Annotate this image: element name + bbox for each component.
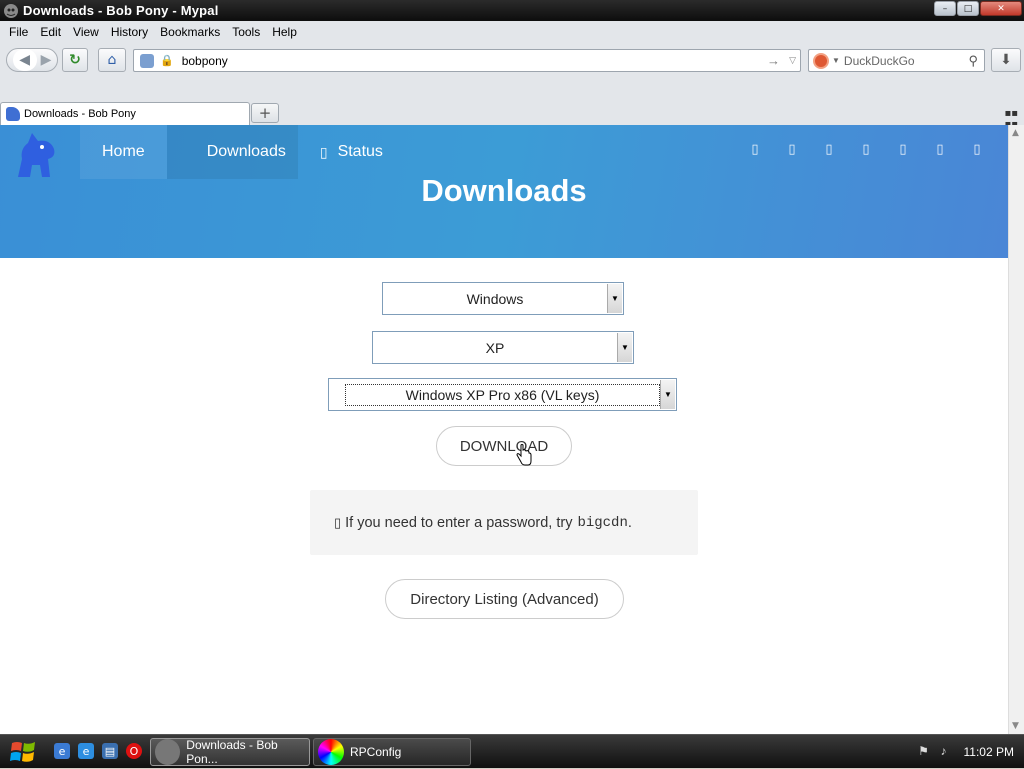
downloads-arrow-icon[interactable]: ⬇ [991, 48, 1021, 72]
nav-status[interactable]: ▯ Status [298, 125, 405, 179]
forward-arrow-icon[interactable]: ▶ [41, 52, 52, 68]
address-bar[interactable]: 🔒 bobpony → ▽ [133, 49, 801, 72]
chevron-down-icon[interactable]: ▼ [607, 284, 622, 313]
version-select-value: XP [485, 339, 505, 356]
status-glyph-icon: ▯ [319, 143, 328, 160]
mypal-app-icon [4, 3, 18, 18]
navigation-toolbar: ◀ ▶ ↻ ⌂ 🔒 bobpony → ▽ ▼ DuckDuckGo ⚲ ⬇ [0, 45, 1024, 75]
menu-bar: File Edit View History Bookmarks Tools H… [0, 21, 1024, 43]
menu-help[interactable]: Help [266, 25, 303, 39]
back-forward-group: ◀ ▶ [6, 48, 58, 72]
url-dropdown-icon[interactable]: ▽ [789, 55, 796, 66]
window-title: Downloads - Bob Pony - Mypal [23, 3, 219, 18]
web-page: Home Downloads ▯ Status ▯ ▯ ▯ ▯ ▯ ▯ ▯ Dow… [0, 125, 1008, 734]
site-nav: Home Downloads ▯ Status [80, 125, 405, 179]
social-icon-3[interactable]: ▯ [822, 142, 836, 159]
tab-strip: Downloads - Bob Pony + ▪▪▪▪ [0, 100, 1024, 130]
mypal-task-icon [155, 739, 181, 765]
taskbar: e e ▤ O Downloads - Bob Pon... RPConfig … [0, 734, 1024, 768]
nav-downloads[interactable]: Downloads [166, 125, 298, 179]
search-icon[interactable]: ⚲ [968, 53, 978, 69]
search-bar[interactable]: ▼ DuckDuckGo ⚲ [808, 49, 985, 72]
tab-favicon-icon [6, 107, 20, 121]
edition-select[interactable]: Windows XP Pro x86 (VL keys) ▼ [328, 378, 677, 411]
notice-end: . [627, 514, 632, 531]
social-links: ▯ ▯ ▯ ▯ ▯ ▯ ▯ [725, 142, 984, 159]
rpconfig-task-icon [318, 739, 344, 765]
opera-icon[interactable]: O [126, 743, 142, 759]
nav-downloads-label: Downloads [206, 143, 286, 160]
hand-cursor-icon [516, 444, 532, 466]
task-label-rpconfig: RPConfig [350, 745, 402, 759]
tab-downloads[interactable]: Downloads - Bob Pony [0, 102, 250, 125]
social-icon-6[interactable]: ▯ [933, 142, 947, 159]
notice-text: If you need to enter a password, try [345, 514, 573, 531]
go-arrow-icon[interactable]: → [767, 53, 780, 68]
taskbar-item-rpconfig[interactable]: RPConfig [313, 738, 471, 766]
scroll-down-icon[interactable]: ▼ [1012, 721, 1019, 731]
task-label-mypal: Downloads - Bob Pon... [186, 738, 278, 766]
new-tab-button[interactable]: + [251, 103, 279, 123]
taskbar-item-mypal[interactable]: Downloads - Bob Pon... [150, 738, 310, 766]
edition-select-value: Windows XP Pro x86 (VL keys) [345, 383, 660, 406]
volume-icon[interactable]: ♪ [936, 744, 952, 760]
info-glyph-icon: ▯ [334, 514, 342, 530]
notice-password: bigcdn [577, 514, 628, 531]
minimize-button[interactable]: – [934, 1, 956, 16]
duckduckgo-icon[interactable] [813, 52, 829, 69]
search-placeholder[interactable]: DuckDuckGo [844, 54, 915, 68]
show-desktop-icon[interactable]: ▤ [102, 743, 118, 759]
social-icon-1[interactable]: ▯ [748, 142, 762, 159]
site-favicon-icon [140, 53, 154, 68]
menu-tools[interactable]: Tools [226, 25, 266, 39]
window-controls: – □ ✕ [933, 1, 1022, 16]
network-icon[interactable]: ⚑ [916, 744, 932, 760]
engine-dropdown-icon[interactable]: ▼ [832, 56, 840, 65]
os-select-value: Windows [466, 290, 524, 307]
social-icon-2[interactable]: ▯ [785, 142, 799, 159]
scroll-up-icon[interactable]: ▲ [1012, 128, 1019, 138]
directory-listing-button[interactable]: Directory Listing (Advanced) [385, 579, 624, 619]
back-arrow-icon[interactable]: ◀ [12, 49, 37, 71]
social-icon-4[interactable]: ▯ [859, 142, 873, 159]
quicklaunch-app-icon[interactable]: e [54, 743, 70, 759]
download-button[interactable]: DOWNLOAD [436, 426, 572, 466]
nav-status-label: Status [337, 143, 383, 160]
tab-label: Downloads - Bob Pony [24, 108, 136, 120]
nav-home[interactable]: Home [80, 125, 167, 179]
os-select[interactable]: Windows ▼ [382, 282, 624, 315]
internet-explorer-icon[interactable]: e [78, 743, 94, 759]
menu-edit[interactable]: Edit [34, 25, 67, 39]
social-icon-5[interactable]: ▯ [896, 142, 910, 159]
menu-view[interactable]: View [67, 25, 105, 39]
maximize-button[interactable]: □ [957, 1, 979, 16]
windows-logo-icon [10, 742, 35, 762]
social-icon-7[interactable]: ▯ [970, 142, 984, 159]
nav-home-label: Home [102, 143, 145, 160]
menu-file[interactable]: File [3, 25, 34, 39]
chevron-down-icon[interactable]: ▼ [660, 380, 675, 409]
home-icon[interactable]: ⌂ [98, 48, 126, 72]
close-button[interactable]: ✕ [980, 1, 1022, 16]
chevron-down-icon[interactable]: ▼ [617, 333, 632, 362]
browser-chrome: File Edit View History Bookmarks Tools H… [0, 21, 1024, 130]
start-button[interactable] [2, 736, 46, 768]
page-header: Home Downloads ▯ Status ▯ ▯ ▯ ▯ ▯ ▯ ▯ Dow… [0, 125, 1008, 258]
lock-icon: 🔒 [160, 55, 174, 67]
window-titlebar: Downloads - Bob Pony - Mypal – □ ✕ [0, 0, 1024, 21]
version-select[interactable]: XP ▼ [372, 331, 634, 364]
page-scrollbar[interactable]: ▲ ▼ [1008, 125, 1024, 734]
system-tray: ⚑ ♪ 11:02 PM [916, 735, 1020, 769]
url-text[interactable]: bobpony [182, 54, 228, 68]
menu-bookmarks[interactable]: Bookmarks [154, 25, 226, 39]
password-notice: ▯ If you need to enter a password, try b… [310, 490, 698, 555]
menu-history[interactable]: History [105, 25, 154, 39]
clock[interactable]: 11:02 PM [964, 745, 1014, 759]
reload-icon[interactable]: ↻ [62, 48, 88, 72]
page-title: Downloads [421, 173, 587, 208]
